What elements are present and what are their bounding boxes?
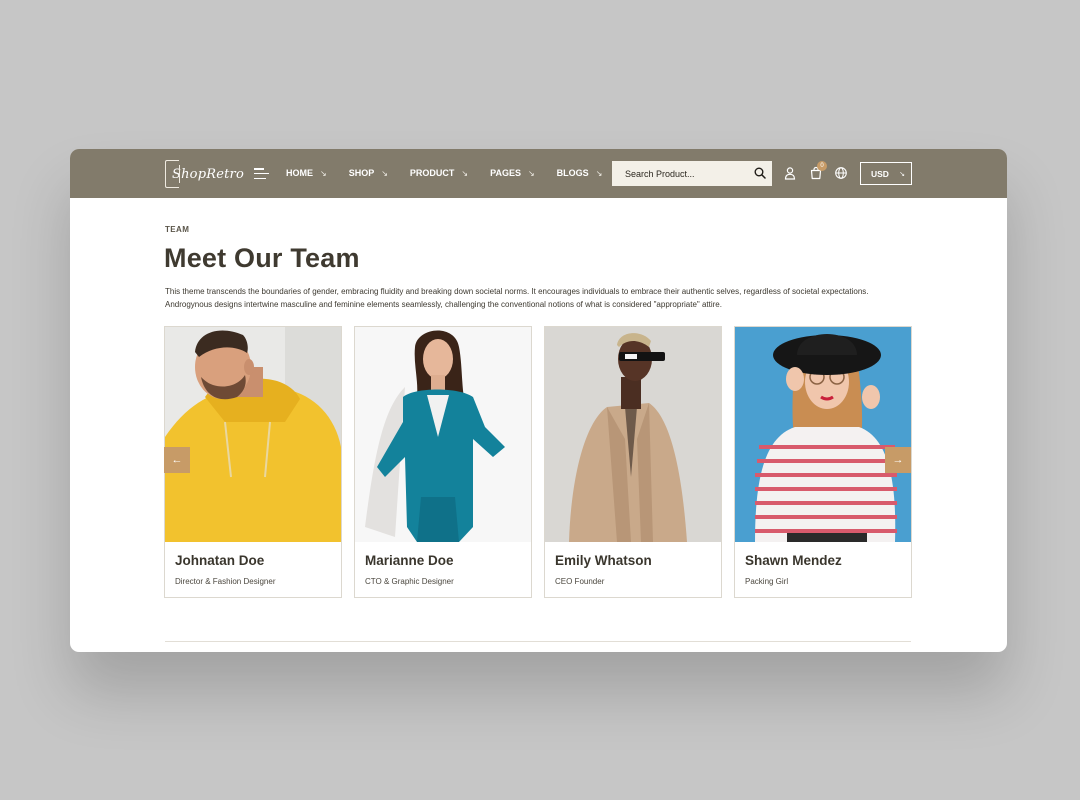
nav-item-pages[interactable]: PAGES ↘ (490, 166, 535, 180)
team-card[interactable]: Emily Whatson CEO Founder (544, 326, 722, 598)
member-photo (165, 327, 341, 542)
member-photo (735, 327, 911, 542)
nav-label: PRODUCT (409, 168, 455, 178)
nav-label: BLOGS (556, 168, 589, 178)
chevron-down-icon: ↘ (381, 168, 388, 178)
nav-item-home[interactable]: HOME ↘ (286, 166, 327, 180)
arrow-left-icon: ← (171, 454, 183, 466)
main-nav: HOME ↘ SHOP ↘ PRODUCT ↘ PAGES ↘ BLOGS ↘ (286, 166, 624, 180)
logo-text: ShopRetro (172, 166, 244, 182)
search-placeholder: Search Product... (625, 168, 695, 179)
search-input[interactable]: Search Product... (612, 161, 772, 186)
team-card[interactable]: Johnatan Doe Director & Fashion Designer (164, 326, 342, 598)
member-role: CTO & Graphic Designer (365, 577, 454, 586)
search-icon[interactable] (754, 167, 766, 179)
section-divider (165, 641, 911, 642)
member-role: Packing Girl (745, 577, 789, 586)
carousel-prev-button[interactable]: ← (164, 447, 190, 473)
section-eyebrow: TEAM (165, 225, 190, 234)
nav-item-product[interactable]: PRODUCT ↘ (410, 166, 468, 180)
carousel-next-button[interactable]: → (885, 447, 911, 473)
menu-icon[interactable] (254, 168, 269, 179)
member-role: CEO Founder (555, 577, 605, 586)
nav-item-blogs[interactable]: BLOGS ↘ (557, 166, 603, 180)
logo[interactable]: ShopRetro (165, 159, 244, 189)
logo-mark (165, 160, 180, 188)
member-name: Shawn Mendez (745, 553, 842, 568)
chevron-down-icon: ↘ (595, 168, 603, 178)
team-carousel: Johnatan Doe Director & Fashion Designer (164, 326, 912, 598)
nav-label: PAGES (490, 168, 521, 178)
chevron-down-icon: ↘ (527, 168, 535, 178)
member-photo (355, 327, 531, 542)
team-card[interactable]: Marianne Doe CTO & Graphic Designer (354, 326, 532, 598)
intro-paragraph: This theme transcends the boundaries of … (165, 287, 869, 309)
globe-icon[interactable] (834, 166, 848, 180)
chevron-down-icon: ↘ (461, 168, 469, 178)
member-role: Director & Fashion Designer (175, 577, 276, 586)
nav-label: HOME (286, 168, 313, 178)
cart-count-badge: 0 (817, 161, 827, 171)
nav-item-shop[interactable]: SHOP ↘ (349, 166, 388, 180)
site-header: ShopRetro HOME ↘ SHOP ↘ PRODUCT ↘ PAGES … (70, 149, 1007, 198)
nav-label: SHOP (348, 168, 375, 178)
user-icon[interactable] (783, 166, 797, 180)
currency-select[interactable]: USD ↘ (860, 162, 912, 185)
page-title: Meet Our Team (164, 243, 360, 273)
currency-value: USD (871, 168, 889, 179)
browser-window: ShopRetro HOME ↘ SHOP ↘ PRODUCT ↘ PAGES … (70, 149, 1007, 652)
member-name: Emily Whatson (555, 553, 652, 568)
member-name: Johnatan Doe (175, 553, 265, 568)
chevron-down-icon: ↘ (320, 168, 327, 178)
chevron-down-icon: ↘ (899, 170, 905, 178)
member-name: Marianne Doe (365, 553, 454, 568)
arrow-right-icon: → (892, 454, 904, 466)
member-photo (545, 327, 721, 542)
